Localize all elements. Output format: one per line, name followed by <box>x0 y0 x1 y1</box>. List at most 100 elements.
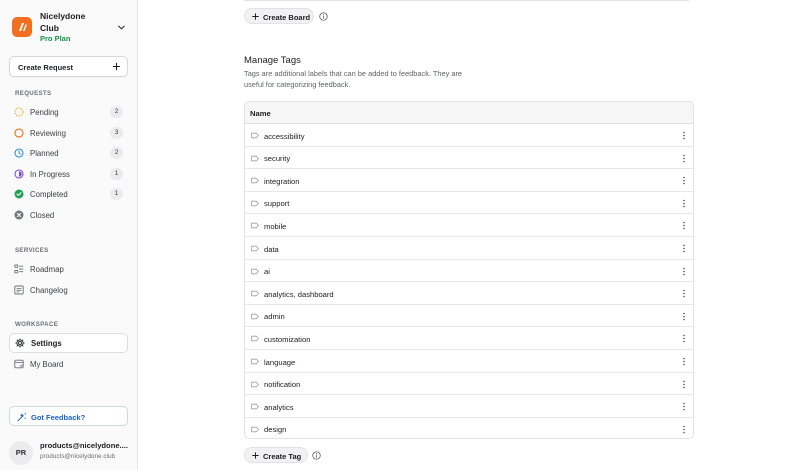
table-row[interactable]: mobile <box>245 214 693 237</box>
tag-name: design <box>264 425 287 435</box>
create-board-button[interactable]: Create Board <box>244 8 314 24</box>
brand-logo <box>12 17 32 37</box>
tag-name: accessibility <box>264 131 305 141</box>
tag-name: admin <box>264 312 285 322</box>
sidebar-item-label: Settings <box>31 339 62 348</box>
reviewing-icon <box>14 127 24 138</box>
more-vertical-icon[interactable] <box>681 243 687 254</box>
table-row[interactable]: accessibility <box>245 124 693 147</box>
table-row[interactable]: admin <box>245 305 693 328</box>
table-row[interactable]: analytics, dashboard <box>245 282 693 305</box>
table-row[interactable]: language <box>245 350 693 373</box>
divider <box>244 0 689 1</box>
sidebar-item-roadmap[interactable]: Roadmap <box>9 260 128 278</box>
more-vertical-icon[interactable] <box>681 333 687 344</box>
more-vertical-icon[interactable] <box>681 130 687 141</box>
more-vertical-icon[interactable] <box>681 379 687 390</box>
plus-icon <box>112 62 121 71</box>
megaphone-icon <box>17 413 27 422</box>
pending-icon <box>14 107 24 117</box>
table-row[interactable]: ai <box>245 260 693 283</box>
brand-logo-mark <box>19 23 27 31</box>
sidebar-item-changelog[interactable]: Changelog <box>9 281 128 299</box>
table-row[interactable]: support <box>245 192 693 215</box>
planned-icon <box>14 148 24 158</box>
tags-table: Name accessibility security integration sup… <box>244 101 694 439</box>
tag-name: integration <box>264 176 300 186</box>
tag-name: support <box>264 199 290 209</box>
more-vertical-icon[interactable] <box>681 198 687 209</box>
more-vertical-icon[interactable] <box>681 356 687 367</box>
sidebar-item-label: Roadmap <box>30 265 64 274</box>
sidebar-item-my-board[interactable]: My Board <box>9 355 128 373</box>
tag-icon <box>251 245 259 252</box>
tag-icon <box>251 358 259 365</box>
create-request-button[interactable]: Create Request <box>9 56 128 77</box>
sidebar: Nicelydone Club Pro Plan Create Request … <box>0 0 138 470</box>
changelog-icon <box>14 285 24 294</box>
tag-name: security <box>264 154 291 164</box>
table-header: Name <box>245 102 693 124</box>
plan-badge: Pro Plan <box>40 34 71 43</box>
column-header-name: Name <box>250 109 271 118</box>
tag-icon <box>251 200 259 206</box>
more-vertical-icon[interactable] <box>681 266 687 277</box>
sidebar-item-label: Completed <box>30 190 68 199</box>
table-row[interactable]: data <box>245 237 693 260</box>
more-vertical-icon[interactable] <box>681 153 687 164</box>
tag-icon <box>251 313 259 319</box>
tag-name: analytics, dashboard <box>264 289 334 299</box>
table-row[interactable]: integration <box>245 169 693 192</box>
workspace-name: Nicelydone Club <box>40 11 86 33</box>
count-badge: 2 <box>110 106 123 118</box>
tag-name: data <box>264 244 279 254</box>
sidebar-item-planned[interactable]: Planned 2 <box>9 144 128 162</box>
sidebar-item-label: Pending <box>30 108 59 117</box>
more-vertical-icon[interactable] <box>681 311 687 322</box>
workspace-switcher[interactable]: Nicelydone Club Pro Plan <box>12 9 130 45</box>
info-icon[interactable] <box>319 12 328 21</box>
sidebar-item-reviewing[interactable]: Reviewing 3 <box>9 124 128 142</box>
workspace-section-title: WORKSPACE <box>15 321 59 328</box>
avatar: PR <box>9 441 33 465</box>
user-name: products@nicelydone.... <box>40 441 128 450</box>
board-icon <box>14 359 24 368</box>
table-row[interactable]: notification <box>245 373 693 396</box>
completed-icon <box>14 189 24 199</box>
info-icon[interactable] <box>312 451 321 460</box>
sidebar-item-label: Changelog <box>30 285 68 295</box>
sidebar-item-in-progress[interactable]: In Progress 1 <box>9 165 128 183</box>
user-menu[interactable]: PR products@nicelydone.... products@nice… <box>9 438 131 466</box>
plus-icon <box>252 13 259 20</box>
more-vertical-icon[interactable] <box>681 220 687 231</box>
chevron-down-icon[interactable] <box>117 23 126 32</box>
tag-name: language <box>264 357 296 367</box>
got-feedback-button[interactable]: Got Feedback? <box>9 406 128 426</box>
tag-icon <box>251 290 259 297</box>
table-row[interactable]: design <box>245 418 693 438</box>
more-vertical-icon[interactable] <box>681 175 687 186</box>
sidebar-item-settings[interactable]: Settings <box>9 333 128 353</box>
closed-icon <box>14 210 24 219</box>
tag-icon <box>251 381 259 387</box>
tag-name: mobile <box>264 221 287 231</box>
more-vertical-icon[interactable] <box>681 424 687 435</box>
requests-section-title: REQUESTS <box>15 90 52 97</box>
sidebar-item-completed[interactable]: Completed 1 <box>9 185 128 203</box>
sidebar-item-pending[interactable]: Pending 2 <box>9 103 128 121</box>
sidebar-item-closed[interactable]: Closed <box>9 206 128 224</box>
manage-tags-description: Tags are additional labels that can be a… <box>244 69 463 89</box>
services-section-title: SERVICES <box>15 247 49 254</box>
plus-icon <box>252 452 259 459</box>
table-row[interactable]: security <box>245 147 693 170</box>
table-row[interactable]: customization <box>245 327 693 350</box>
tag-icon <box>251 155 259 161</box>
create-request-label: Create Request <box>18 63 74 72</box>
settings-content: Create Board Manage Tags Tags are additi… <box>138 0 800 470</box>
create-tag-button[interactable]: Create Tag <box>244 447 308 463</box>
more-vertical-icon[interactable] <box>681 401 687 412</box>
more-vertical-icon[interactable] <box>681 288 687 299</box>
count-badge: 1 <box>110 167 123 180</box>
tag-name: analytics <box>264 402 294 412</box>
table-row[interactable]: analytics <box>245 395 693 418</box>
